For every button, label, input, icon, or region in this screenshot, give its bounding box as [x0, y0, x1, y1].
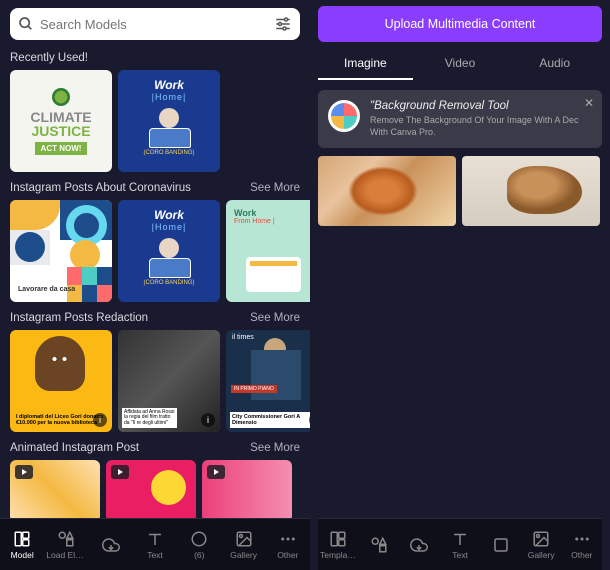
template-thumb[interactable]: CLIMATE JUSTICE ACT NOW! — [10, 70, 112, 172]
bottom-nav-right: Templates Loading Elements... Text Galle… — [318, 518, 602, 570]
nav-label: Model — [11, 550, 34, 560]
media-tabs: Imagine Video Audio — [318, 48, 602, 80]
video-badge-icon — [111, 465, 129, 479]
nav-other[interactable]: Other — [561, 519, 602, 570]
thumb-tag: IN PRIMO PIANO — [231, 385, 277, 393]
upload-button[interactable]: Upload Multimedia Content — [318, 6, 602, 42]
video-badge-icon — [15, 465, 33, 479]
thumb-caption: Affidata ad Anna Rossi la regia del film… — [122, 408, 177, 429]
tab-video[interactable]: Video — [413, 48, 508, 80]
more-icon — [279, 530, 297, 548]
thumb-text: JUSTICE — [31, 124, 90, 138]
nav-label: Templates Loading Elements... — [320, 550, 357, 560]
see-more-link[interactable]: See More — [250, 442, 300, 454]
thumb-badge: ACT NOW! — [35, 142, 88, 155]
gallery-icon — [532, 530, 550, 548]
template-thumb[interactable]: Work From Home | — [226, 200, 310, 302]
close-icon[interactable]: ✕ — [584, 96, 594, 110]
nav-cloud[interactable] — [399, 519, 440, 570]
nav-label: Other — [277, 550, 298, 560]
nav-model[interactable]: Model — [0, 519, 44, 570]
nav-label: Text — [452, 550, 468, 560]
thumb-text: From Home | — [234, 218, 310, 225]
template-thumb[interactable]: Work |Home| (CORO BANDING) — [118, 200, 220, 302]
nav-label: Other — [571, 550, 592, 560]
nav-templates[interactable]: Templates Loading Elements... — [318, 519, 359, 570]
thumb-text: Lavorare da casa — [18, 286, 75, 294]
promo-banner[interactable]: "Background Removal Tool Remove The Back… — [318, 90, 602, 148]
info-icon: i — [201, 413, 215, 427]
thumb-text: Work — [154, 78, 184, 92]
template-thumb[interactable] — [106, 460, 196, 518]
gallery-icon — [235, 530, 253, 548]
nav-label: Gallery — [528, 550, 555, 560]
uploaded-image[interactable] — [318, 156, 456, 226]
thumb-text: |Home| — [152, 92, 187, 102]
bottom-nav-left: Model Load Elements... Text (6) Gallery … — [0, 518, 310, 570]
nav-blank[interactable] — [480, 519, 521, 570]
section-title-covid: Instagram Posts About Coronavirus — [10, 182, 191, 194]
template-thumb[interactable]: Affidata ad Anna Rossi la regia del film… — [118, 330, 220, 432]
nav-gallery[interactable]: Gallery — [221, 519, 265, 570]
cloud-icon — [410, 536, 428, 554]
nav-elements[interactable]: Load Elements... — [44, 519, 88, 570]
nav-label: Load Elements... — [46, 550, 86, 560]
text-icon — [451, 530, 469, 548]
thumb-caption: City Commissioner Gori A Dimensio — [230, 412, 310, 428]
nav-label: (6) — [194, 550, 204, 560]
promo-desc: Remove The Background Of Your Image With… — [370, 115, 592, 138]
templates-icon — [329, 530, 347, 548]
section-title-redaction: Instagram Posts Redaction — [10, 312, 148, 324]
thumb-text: Work — [234, 208, 310, 218]
section-title-animated: Animated Instagram Post — [10, 442, 139, 454]
shapes-icon — [57, 530, 75, 548]
thumb-text: (CORO BANDING) — [144, 280, 195, 286]
cloud-icon — [102, 536, 120, 554]
info-icon: i — [93, 413, 107, 427]
search-input[interactable] — [40, 17, 268, 32]
templates-icon — [13, 530, 31, 548]
thumb-text: CLIMATE — [30, 110, 91, 124]
thumb-text: |Home| — [152, 222, 187, 232]
thumb-brand: il times — [232, 334, 254, 341]
count-icon — [190, 530, 208, 548]
nav-text[interactable]: Text — [133, 519, 177, 570]
more-icon — [573, 530, 591, 548]
thumb-text: (CORO BANDING) — [144, 150, 195, 156]
tab-audio[interactable]: Audio — [507, 48, 602, 80]
promo-title: "Background Removal Tool — [370, 100, 592, 112]
nav-gallery[interactable]: Gallery — [521, 519, 562, 570]
nav-label: Text — [147, 550, 163, 560]
square-icon — [492, 536, 510, 554]
template-thumb[interactable] — [10, 460, 100, 518]
template-thumb[interactable]: il times IN PRIMO PIANO City Commissione… — [226, 330, 310, 432]
nav-cloud[interactable] — [89, 519, 133, 570]
search-bar[interactable] — [10, 8, 300, 40]
see-more-link[interactable]: See More — [250, 182, 300, 194]
video-badge-icon — [207, 465, 225, 479]
uploaded-image[interactable] — [462, 156, 600, 226]
nav-other[interactable]: Other — [266, 519, 310, 570]
template-thumb[interactable]: Lavorare da casa — [10, 200, 112, 302]
filter-icon[interactable] — [274, 15, 292, 33]
search-icon — [18, 16, 34, 32]
template-thumb[interactable]: I diplomati del Liceo Gori donano €10.00… — [10, 330, 112, 432]
nav-six[interactable]: (6) — [177, 519, 221, 570]
see-more-link[interactable]: See More — [250, 312, 300, 324]
nav-label: Gallery — [230, 550, 257, 560]
section-title-recent: Recently Used! — [10, 52, 88, 64]
tab-image[interactable]: Imagine — [318, 48, 413, 80]
nav-elements[interactable] — [359, 519, 400, 570]
template-thumb[interactable]: Work |Home| (CORO BANDING) — [118, 70, 220, 172]
shapes-icon — [370, 536, 388, 554]
template-thumb[interactable] — [202, 460, 292, 518]
thumb-text: Work — [154, 208, 184, 222]
text-icon — [146, 530, 164, 548]
nav-text[interactable]: Text — [440, 519, 481, 570]
promo-icon — [328, 100, 360, 132]
